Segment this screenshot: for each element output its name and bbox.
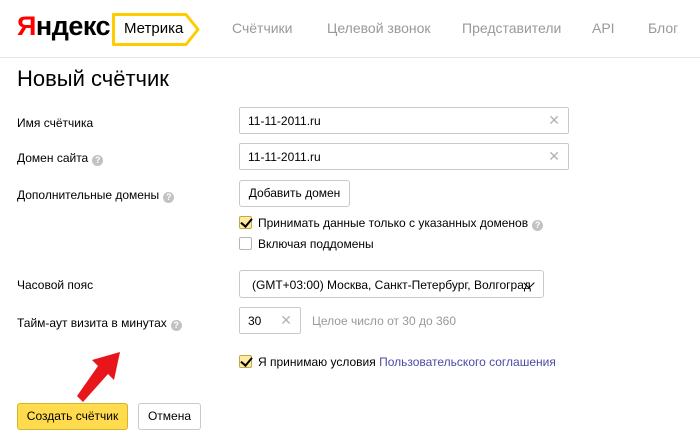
subdomains-label: Включая поддомены (258, 237, 374, 251)
user-agreement-link[interactable]: Пользовательского соглашения (379, 355, 556, 369)
help-icon[interactable]: ? (92, 155, 104, 166)
counter-name-input[interactable]: 11-11-2011.ru ✕ (239, 107, 569, 134)
agreement-text: Я принимаю условия (258, 355, 376, 369)
metrika-product-tag[interactable]: Метрика (112, 13, 200, 46)
help-icon[interactable]: ? (170, 320, 182, 331)
only-domains-checkbox[interactable] (239, 216, 252, 229)
site-domain-value: 11-11-2011.ru (248, 150, 321, 164)
add-domain-button[interactable]: Добавить домен (239, 180, 350, 207)
yandex-logo[interactable]: Яндекс (17, 11, 111, 42)
only-domains-option[interactable]: Принимать данные только с указанных доме… (239, 216, 544, 231)
help-icon[interactable]: ? (532, 220, 544, 231)
site-domain-label-text: Домен сайта (17, 151, 89, 165)
pointer-arrow-icon (77, 352, 120, 402)
visit-timeout-label-text: Тайм-аут визита в минутах (17, 316, 167, 330)
subdomains-option[interactable]: Включая поддомены (239, 237, 374, 251)
only-domains-label: Принимать данные только с указанных доме… (258, 216, 529, 230)
visit-timeout-hint: Целое число от 30 до 360 (312, 314, 457, 328)
counter-name-value: 11-11-2011.ru (248, 114, 321, 128)
page-title: Новый счётчик (17, 66, 169, 91)
help-icon[interactable]: ? (163, 192, 175, 203)
timezone-select[interactable]: (GMT+03:00) Москва, Санкт-Петербург, Вол… (239, 270, 544, 298)
cancel-button[interactable]: Отмена (138, 403, 201, 430)
clear-icon[interactable]: ✕ (548, 149, 560, 163)
nav-blog[interactable]: Блог (648, 20, 678, 36)
nav-representatives[interactable]: Представители (462, 20, 561, 36)
site-domain-label: Домен сайта? (17, 151, 104, 166)
timezone-value: (GMT+03:00) Москва, Санкт-Петербург, Вол… (252, 278, 531, 292)
product-name: Метрика (124, 20, 184, 37)
logo-first-letter: Я (17, 11, 36, 41)
agreement-checkbox[interactable] (239, 355, 252, 368)
visit-timeout-input[interactable]: 30 ✕ (239, 307, 301, 334)
logo-rest: ндекс (35, 11, 111, 41)
clear-icon[interactable]: ✕ (548, 113, 560, 127)
subdomains-checkbox[interactable] (239, 237, 252, 250)
extra-domains-label-text: Дополнительные домены (17, 188, 160, 202)
create-counter-button[interactable]: Создать счётчик (17, 403, 128, 430)
clear-icon[interactable]: ✕ (280, 313, 292, 327)
visit-timeout-label: Тайм-аут визита в минутах? (17, 316, 182, 331)
site-domain-input[interactable]: 11-11-2011.ru ✕ (239, 143, 569, 170)
visit-timeout-value: 30 (248, 314, 262, 328)
nav-counters[interactable]: Счётчики (232, 20, 293, 36)
extra-domains-label: Дополнительные домены? (17, 188, 175, 203)
counter-name-label: Имя счётчика (17, 116, 94, 130)
nav-api[interactable]: API (592, 20, 615, 36)
agreement-option[interactable]: Я принимаю условия Пользовательского сог… (239, 355, 556, 369)
nav-target-call[interactable]: Целевой звонок (327, 20, 431, 36)
timezone-label: Часовой пояс (17, 278, 94, 292)
header: Яндекс Метрика Счётчики Целевой звонок П… (0, 0, 700, 58)
